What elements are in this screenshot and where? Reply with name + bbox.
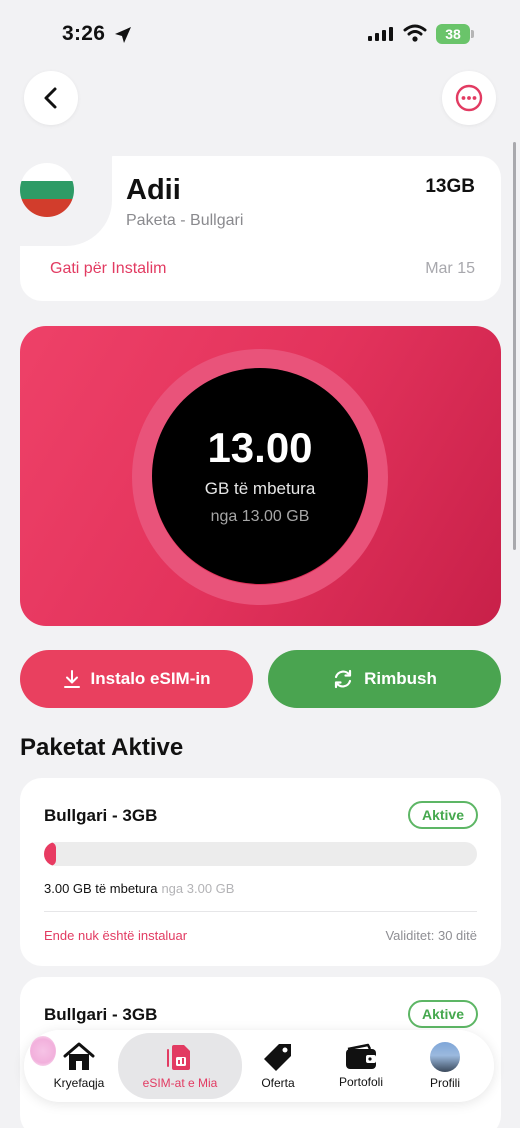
package-card[interactable]: Bullgari - 3GB Aktive 3.00 GB të mbetura… (20, 778, 501, 966)
nav-esims[interactable]: eSIM-at e Mia (118, 1033, 242, 1099)
package-total: nga 3.00 GB (161, 881, 235, 896)
gauge-center: 13.00 GB të mbetura nga 13.00 GB (152, 368, 368, 584)
package-usage-bar (44, 842, 477, 866)
refresh-icon (335, 669, 352, 689)
package-validity: Validitet: 30 ditë (385, 928, 477, 943)
wallet-icon (346, 1043, 376, 1069)
status-badge: Aktive (408, 1000, 478, 1028)
plan-subtitle: Paketa - Bullgari (126, 212, 244, 229)
bottom-nav: Kryefaqja eSIM-at e Mia Oferta Portofoli… (24, 1030, 494, 1102)
more-horizontal-circle-icon (455, 84, 483, 112)
battery-tip (471, 30, 474, 38)
gauge-total: nga 13.00 GB (210, 508, 310, 525)
bulgaria-flag-icon (20, 163, 74, 217)
download-icon (63, 670, 80, 688)
nav-profile-label: Profili (429, 1076, 460, 1090)
section-title: Paketat Aktive (20, 734, 184, 761)
avatar (430, 1042, 460, 1072)
home-icon (63, 1042, 95, 1070)
nav-wallet-label: Portofoli (338, 1075, 384, 1089)
install-esim-label: Instalo eSIM-in (90, 669, 211, 688)
plan-status: Gati për Instalim (50, 260, 167, 277)
decorative-blob (30, 1036, 56, 1066)
package-title: Bullgari - 3GB (44, 1005, 158, 1024)
refill-label: Rimbush (364, 669, 437, 688)
plan-card: Adii 13GB Paketa - Bullgari Gati për Ins… (0, 146, 501, 301)
plan-date: Mar 15 (425, 260, 475, 277)
nav-home-label: Kryefaqja (53, 1076, 105, 1090)
package-remaining: 3.00 GB të mbetura nga 3.00 GB (44, 881, 234, 896)
sim-card-icon (167, 1045, 190, 1070)
nav-offers[interactable]: Oferta (246, 1030, 310, 1102)
nav-profile[interactable]: Profili (408, 1030, 482, 1102)
status-time: 3:26 (62, 22, 106, 45)
nav-esims-label: eSIM-at e Mia (142, 1076, 218, 1090)
status-badge: Aktive (408, 801, 478, 829)
cellular-signal-icon (368, 27, 393, 41)
status-bar: 3:26 38 (0, 0, 520, 64)
wifi-icon (403, 24, 427, 42)
install-esim-button[interactable]: Instalo eSIM-in (20, 650, 253, 708)
location-arrow-icon (115, 27, 131, 43)
more-options-button[interactable] (442, 71, 496, 125)
nav-offers-label: Oferta (261, 1076, 295, 1090)
gauge-value: 13.00 (207, 424, 313, 471)
package-usage-bar-fill (44, 842, 56, 866)
plan-name: Adii (126, 174, 181, 206)
plan-size: 13GB (425, 176, 475, 197)
tag-icon (264, 1044, 291, 1071)
nav-wallet[interactable]: Portofoli (324, 1030, 398, 1102)
divider (44, 911, 477, 912)
package-install-status: Ende nuk është instaluar (44, 928, 188, 943)
scrollbar[interactable] (513, 142, 516, 550)
data-gauge-card: 13.00 GB të mbetura nga 13.00 GB (20, 326, 501, 626)
back-button[interactable] (24, 71, 78, 125)
package-remaining-value: 3.00 GB të mbetura (44, 881, 158, 896)
battery-indicator: 38 (436, 24, 470, 44)
chevron-left-icon (44, 87, 57, 109)
gauge-label: GB të mbetura (204, 479, 316, 498)
package-title: Bullgari - 3GB (44, 806, 158, 825)
refill-button[interactable]: Rimbush (268, 650, 501, 708)
